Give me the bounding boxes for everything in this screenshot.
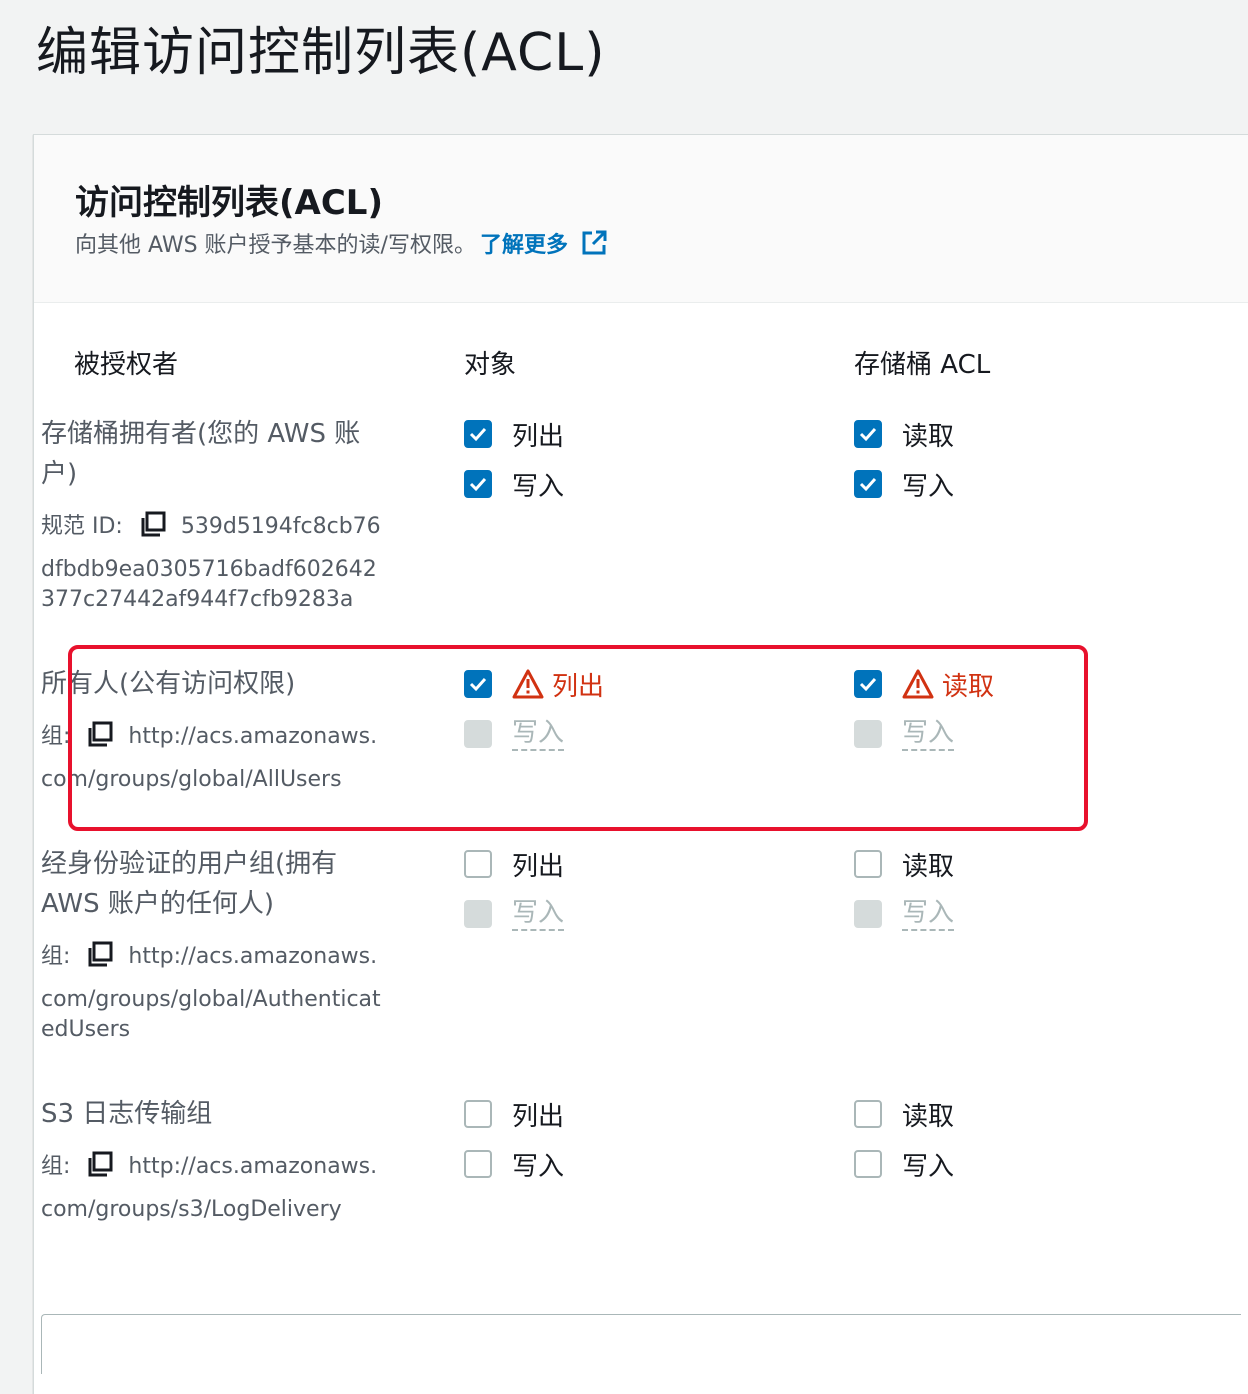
perm-objects-write: 写入 (464, 714, 565, 754)
grantee-id-value: http://acs.amazonaws. (128, 1154, 378, 1179)
grantee-name: 存储桶拥有者(您的 AWS 账 (41, 419, 361, 449)
perm-label: 读取 (902, 1101, 955, 1132)
checkbox[interactable] (464, 420, 492, 448)
perm-label: 读取 (942, 671, 995, 702)
column-objects: 对象 (464, 350, 517, 380)
panel-title: 访问控制列表(ACL) (75, 183, 384, 223)
checkbox-disabled (854, 720, 882, 748)
checkbox[interactable] (464, 1100, 492, 1128)
learn-more-label: 了解更多 (479, 233, 568, 258)
perm-bucket-write: 写入 (854, 714, 955, 754)
grantee-name-cont: 户) (41, 459, 78, 489)
perm-label: 写入 (512, 717, 565, 751)
grantee-name-cont: AWS 账户的任何人) (41, 889, 274, 919)
checkbox[interactable] (464, 850, 492, 878)
perm-bucket-read[interactable]: 读取 (854, 844, 954, 884)
checkbox[interactable] (464, 1150, 492, 1178)
panel-description-text: 向其他 AWS 账户授予基本的读/写权限。 (75, 233, 476, 258)
grantee-name: 所有人(公有访问权限) (41, 669, 296, 699)
grantee-id-label: 组: (41, 1154, 71, 1179)
grantee-id-value: http://acs.amazonaws. (128, 944, 378, 969)
checkbox-disabled (854, 900, 882, 928)
grantee-id-cont: 377c27442af944f7cfb9283a (41, 587, 354, 612)
perm-label: 列出 (512, 851, 565, 882)
perm-objects-write[interactable]: 写入 (464, 464, 564, 504)
perm-label: 写入 (512, 1151, 565, 1182)
perm-objects-list[interactable]: 列出 (464, 414, 564, 454)
grantee-name: 经身份验证的用户组(拥有 (41, 849, 338, 879)
copy-icon[interactable] (139, 510, 167, 538)
grantee-id-cont: com/groups/global/Authenticat (41, 987, 381, 1012)
warning-icon (512, 669, 544, 699)
perm-objects-list[interactable]: 列出 (464, 1094, 564, 1134)
copy-icon[interactable] (86, 720, 114, 748)
perm-objects-list[interactable]: 列出 (464, 844, 564, 884)
perm-objects-write: 写入 (464, 894, 565, 934)
perm-label: 列出 (512, 1101, 565, 1132)
perm-bucket-write: 写入 (854, 894, 955, 934)
perm-label: 列出 (512, 421, 565, 452)
checkbox[interactable] (464, 670, 492, 698)
perm-label: 读取 (902, 851, 955, 882)
column-grantee: 被授权者 (74, 350, 179, 380)
checkbox-disabled (464, 720, 492, 748)
perm-objects-list[interactable]: 列出 (464, 664, 604, 704)
grantee-id: 组: http://acs.amazonaws. (41, 940, 377, 972)
perm-label: 写入 (902, 1151, 955, 1182)
grantee-id-value: 539d5194fc8cb76 (180, 514, 381, 539)
learn-more-link[interactable]: 了解更多 (480, 227, 608, 259)
checkbox[interactable] (854, 670, 882, 698)
copy-icon[interactable] (86, 1150, 114, 1178)
checkbox[interactable] (854, 420, 882, 448)
grantee-id-label: 组: (41, 724, 71, 749)
perm-label: 写入 (512, 471, 565, 502)
grantee-id-cont: com/groups/global/AllUsers (41, 767, 342, 792)
perm-label: 写入 (902, 897, 955, 931)
grantee-id-label: 规范 ID: (41, 514, 123, 539)
checkbox[interactable] (854, 1100, 882, 1128)
page-title: 编辑访问控制列表(ACL) (36, 23, 606, 83)
perm-objects-write[interactable]: 写入 (464, 1144, 564, 1184)
perm-label: 写入 (902, 717, 955, 751)
checkbox[interactable] (464, 470, 492, 498)
warning-icon (902, 669, 934, 699)
perm-label: 列出 (552, 671, 605, 702)
column-bucket-acl: 存储桶 ACL (854, 350, 991, 380)
checkbox[interactable] (854, 1150, 882, 1178)
next-section-edge (41, 1314, 1241, 1374)
perm-label: 写入 (902, 471, 955, 502)
perm-label: 写入 (512, 897, 565, 931)
perm-bucket-read[interactable]: 读取 (854, 1094, 954, 1134)
perm-bucket-write[interactable]: 写入 (854, 464, 954, 504)
copy-icon[interactable] (86, 940, 114, 968)
grantee-id-value: http://acs.amazonaws. (128, 724, 378, 749)
panel-description: 向其他 AWS 账户授予基本的读/写权限。 了解更多 (75, 227, 608, 259)
grantee-id-cont: dfbdb9ea0305716badf602642 (41, 557, 377, 582)
external-link-icon (582, 230, 607, 255)
grantee-id-cont: com/groups/s3/LogDelivery (41, 1197, 342, 1222)
checkbox[interactable] (854, 470, 882, 498)
grantee-id: 组: http://acs.amazonaws. (41, 1150, 377, 1182)
perm-bucket-write[interactable]: 写入 (854, 1144, 954, 1184)
checkbox-disabled (464, 900, 492, 928)
perm-bucket-read[interactable]: 读取 (854, 414, 954, 454)
panel-header: 访问控制列表(ACL) 向其他 AWS 账户授予基本的读/写权限。 了解更多 (34, 135, 1248, 303)
checkbox[interactable] (854, 850, 882, 878)
grantee-id-label: 组: (41, 944, 71, 969)
perm-label: 读取 (902, 421, 955, 452)
grantee-id: 规范 ID: 539d5194fc8cb76 (41, 510, 381, 542)
perm-bucket-read[interactable]: 读取 (854, 664, 994, 704)
grantee-id: 组: http://acs.amazonaws. (41, 720, 377, 752)
grantee-id-cont: edUsers (41, 1017, 131, 1042)
grantee-name: S3 日志传输组 (41, 1099, 213, 1129)
